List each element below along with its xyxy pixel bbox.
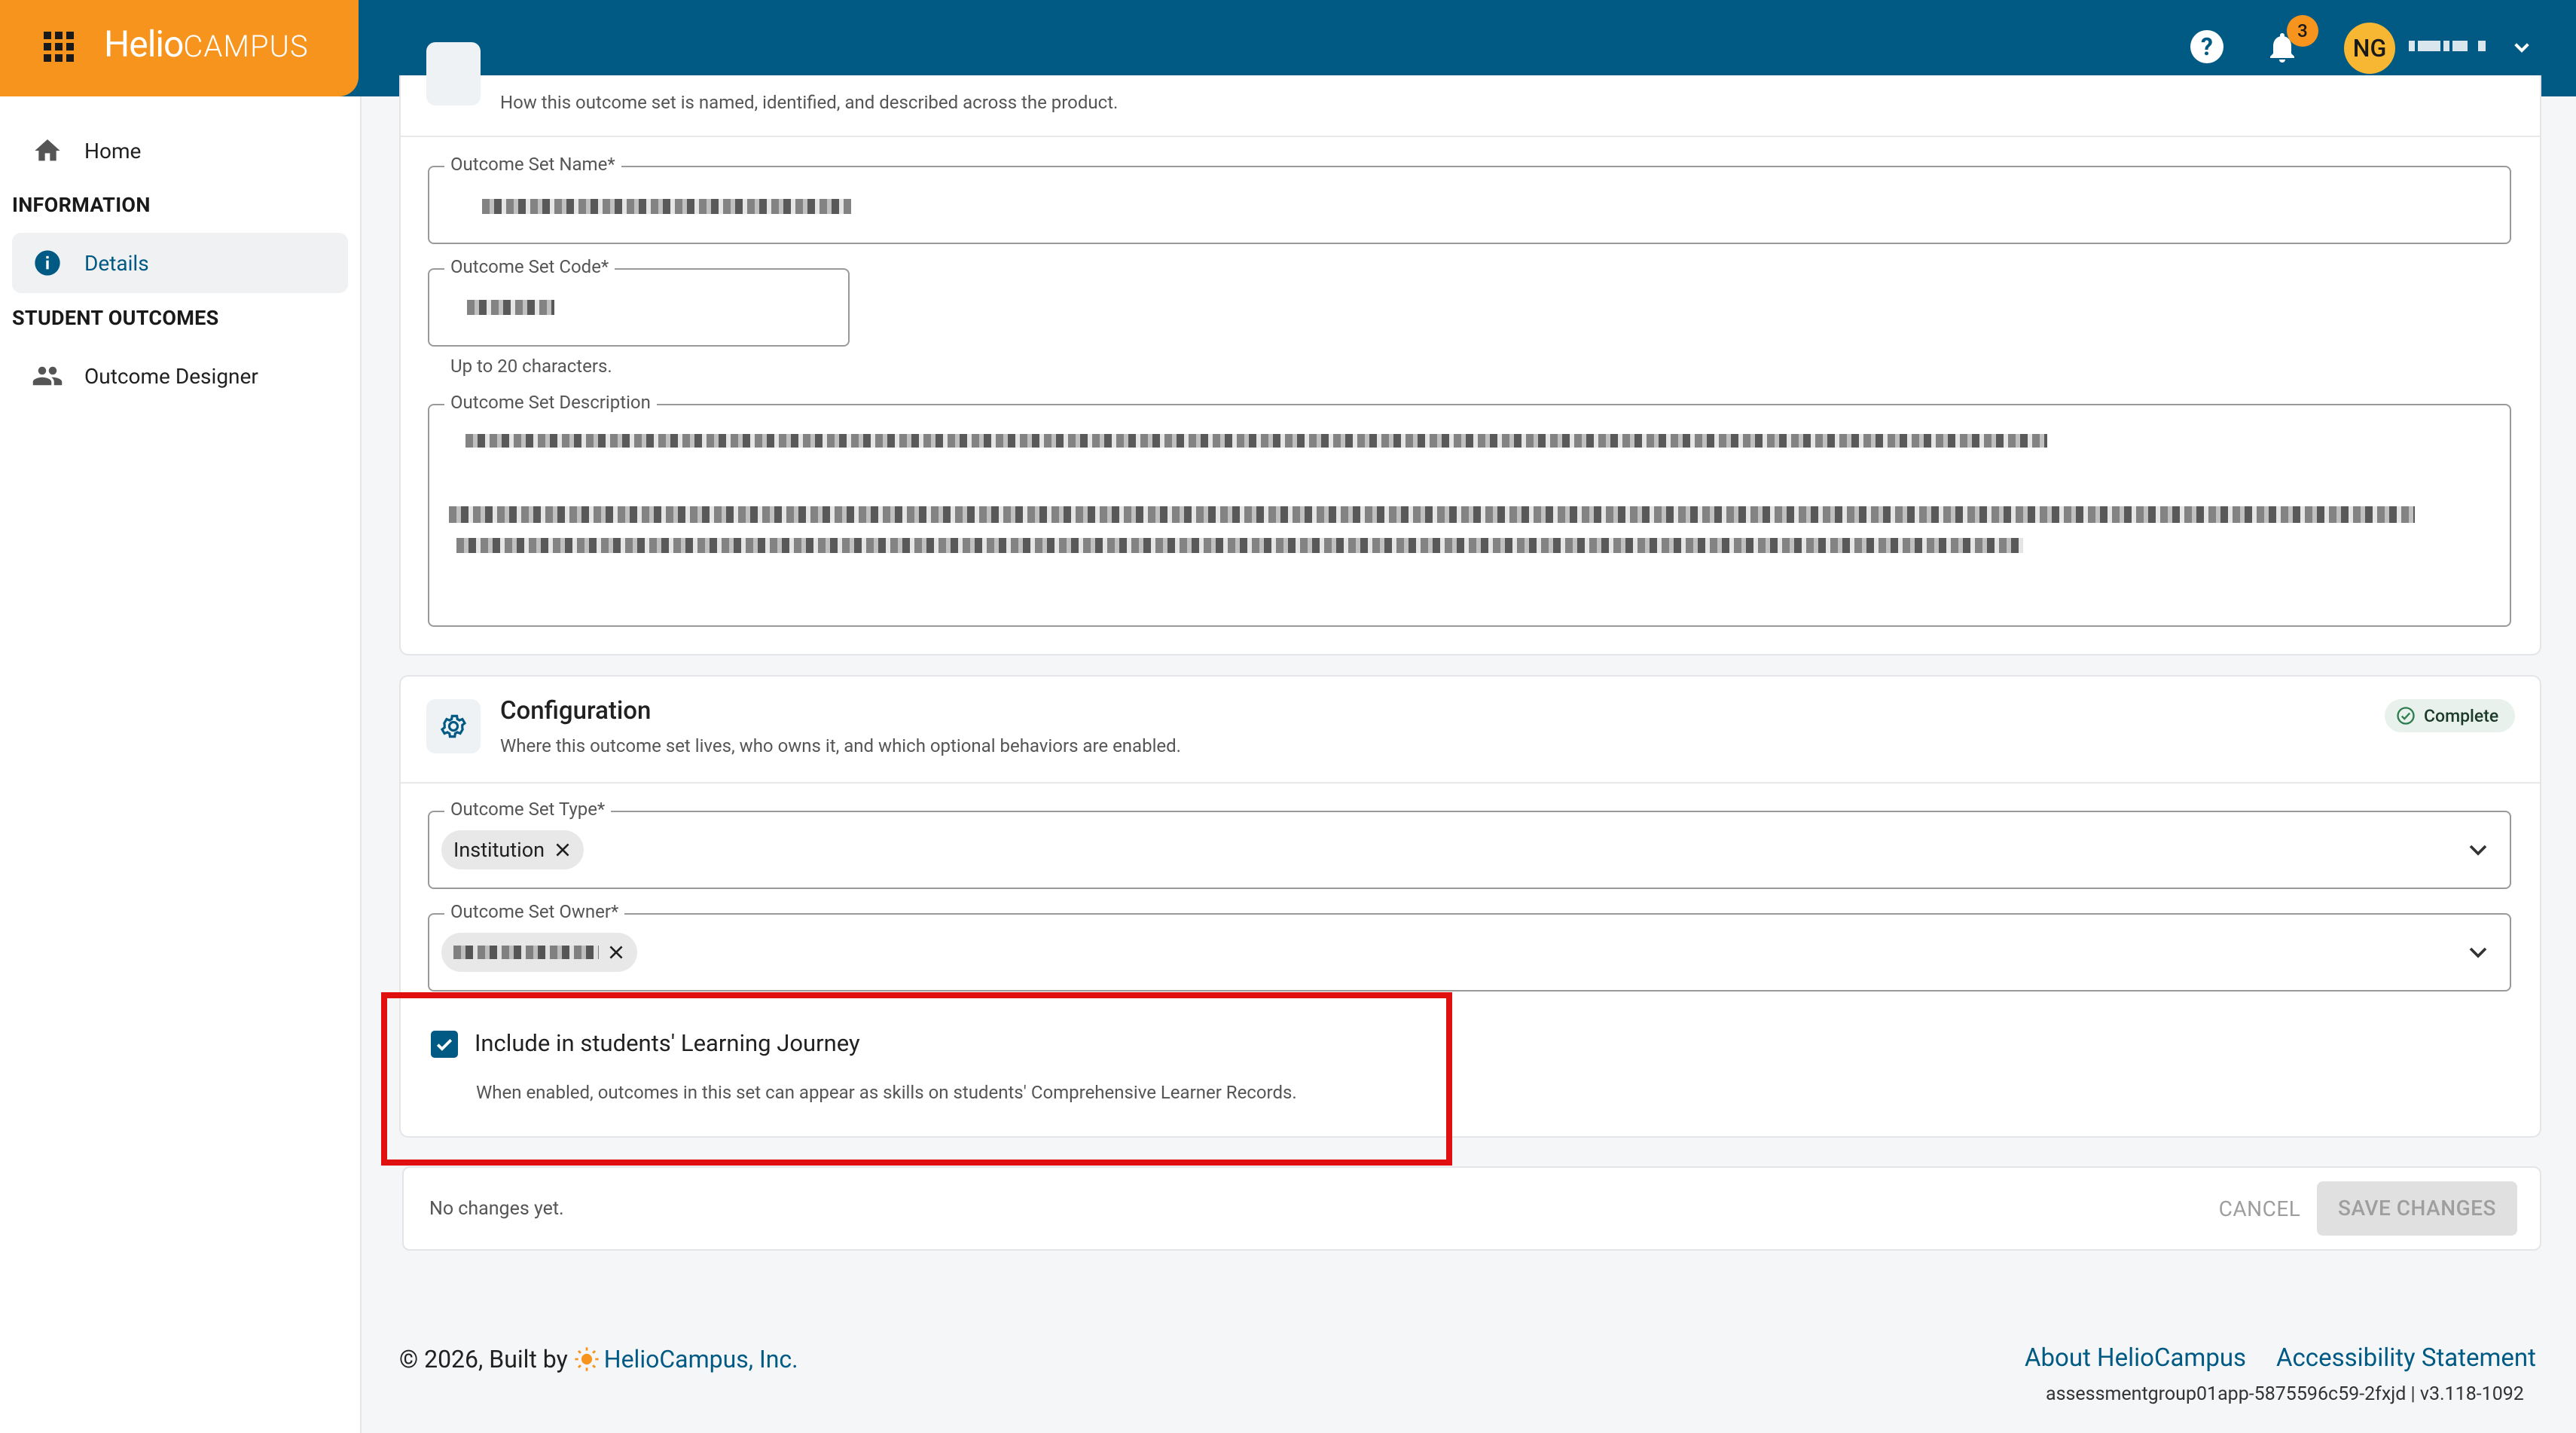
- help-icon[interactable]: ?: [2190, 30, 2223, 63]
- gear-icon: [426, 699, 481, 753]
- outcome-set-type-label: Outcome Set Type*: [444, 799, 612, 820]
- info-icon: [30, 246, 65, 280]
- heliocampus-sun-icon: [575, 1347, 599, 1371]
- outcome-set-owner-label: Outcome Set Owner*: [444, 901, 625, 922]
- accessibility-statement-link[interactable]: Accessibility Statement: [2276, 1343, 2536, 1373]
- outcome-set-code-field[interactable]: Outcome Set Code*: [428, 256, 850, 347]
- check-circle-icon: [2397, 707, 2415, 725]
- user-avatar[interactable]: NG: [2344, 23, 2395, 74]
- outcome-set-name-field[interactable]: Outcome Set Name*: [428, 154, 2511, 244]
- identity-card-header: How this outcome set is named, identifie…: [401, 42, 2540, 137]
- configuration-card-header: Configuration Where this outcome set liv…: [401, 677, 2540, 784]
- identity-subtitle: How this outcome set is named, identifie…: [500, 92, 1119, 113]
- user-name-redacted[interactable]: [2409, 38, 2493, 54]
- outcome-set-type-select[interactable]: Outcome Set Type* Institution: [428, 799, 2511, 889]
- outcome-set-code-helper: Up to 20 characters.: [450, 356, 612, 377]
- brand-area: HelioCAMPUS: [0, 0, 359, 96]
- configuration-title: Configuration: [500, 696, 652, 726]
- user-menu-chevron-icon[interactable]: [2507, 32, 2537, 62]
- action-bar: No changes yet. CANCEL SAVE CHANGES: [402, 1166, 2541, 1251]
- outcome-set-description-field[interactable]: Outcome Set Description: [428, 392, 2511, 627]
- description-line-redacted: [456, 538, 2023, 553]
- sidebar-section-student-outcomes: STUDENT OUTCOMES: [12, 306, 219, 330]
- copyright: © 2026, Built by HelioCampus, Inc.: [399, 1345, 798, 1373]
- home-icon: [30, 133, 65, 168]
- sidebar-item-label: Home: [84, 138, 142, 163]
- status-badge: Complete: [2385, 699, 2516, 732]
- description-line-redacted: [465, 434, 2047, 448]
- outcome-set-name-label: Outcome Set Name*: [444, 154, 621, 175]
- about-heliocampus-link[interactable]: About HelioCampus: [2025, 1343, 2246, 1373]
- outcome-set-owner-select[interactable]: Outcome Set Owner*: [428, 901, 2511, 991]
- chevron-down-icon[interactable]: [2463, 937, 2493, 967]
- description-line-redacted: [449, 506, 2415, 523]
- highlight-annotation-box: [381, 992, 1452, 1166]
- configuration-subtitle: Where this outcome set lives, who owns i…: [500, 735, 1182, 756]
- type-chip-institution[interactable]: Institution: [441, 830, 584, 869]
- remove-chip-icon[interactable]: [606, 942, 627, 963]
- people-icon: [30, 359, 65, 393]
- heliocampus-inc-link[interactable]: HelioCampus, Inc.: [604, 1345, 798, 1373]
- owner-chip[interactable]: [441, 933, 637, 972]
- apps-grid-icon[interactable]: [44, 32, 74, 62]
- identity-section-icon: [426, 42, 481, 105]
- sidebar-item-details[interactable]: Details: [12, 233, 348, 293]
- sidebar-item-home[interactable]: Home: [12, 121, 348, 181]
- version-info: assessmentgroup01app-5875596c59-2fxjd | …: [2046, 1383, 2524, 1405]
- sidebar-item-outcome-designer[interactable]: Outcome Designer: [12, 346, 348, 406]
- outcome-set-name-value-redacted: [482, 199, 851, 214]
- sidebar-section-information: INFORMATION: [12, 193, 151, 217]
- outcome-set-code-label: Outcome Set Code*: [444, 256, 615, 277]
- chevron-down-icon[interactable]: [2463, 835, 2493, 865]
- identity-card: How this outcome set is named, identifie…: [399, 42, 2541, 655]
- outcome-set-code-value-redacted: [467, 300, 554, 315]
- sidebar-item-label: Outcome Designer: [84, 363, 258, 389]
- sidebar-item-label: Details: [84, 250, 149, 276]
- changes-status-text: No changes yet.: [429, 1198, 564, 1220]
- heliocampus-logo[interactable]: HelioCAMPUS: [104, 20, 309, 69]
- outcome-set-description-label: Outcome Set Description: [444, 392, 657, 413]
- remove-chip-icon[interactable]: [552, 839, 573, 860]
- save-changes-button[interactable]: SAVE CHANGES: [2317, 1181, 2517, 1236]
- notification-count-badge: 3: [2287, 15, 2318, 47]
- owner-name-redacted: [453, 946, 599, 959]
- sidebar: Home INFORMATION Details STUDENT OUTCOME…: [0, 96, 362, 1433]
- cancel-button[interactable]: CANCEL: [2210, 1190, 2309, 1228]
